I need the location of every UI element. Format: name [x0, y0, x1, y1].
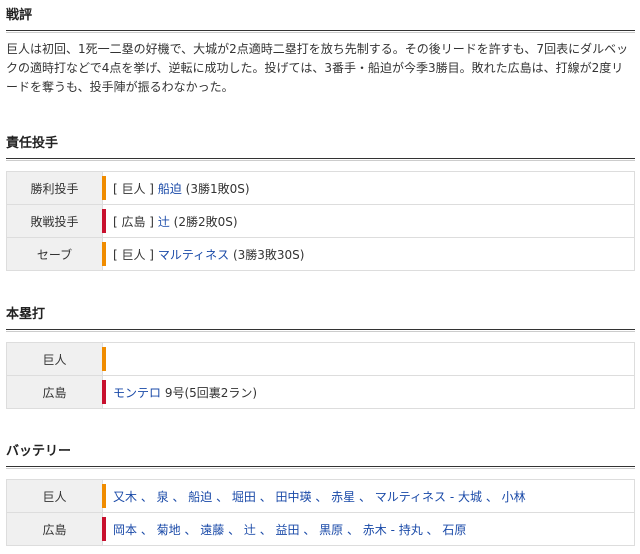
pitchers-title: 責任投手: [6, 132, 635, 161]
battery-players-link[interactable]: 岡本 、 菊地 、 遠藤 、 辻 、 益田 、 黒原 、 赤木 - 持丸 、 石…: [113, 523, 466, 537]
team-label-giants: 巨人: [6, 342, 103, 376]
table-row: 巨人: [6, 342, 635, 376]
team-label-carp: 広島: [6, 512, 103, 546]
table-row: 広島 モンテロ 9号(5回裏2ラン): [6, 375, 635, 409]
homerun-value-carp: モンテロ 9号(5回裏2ラン): [102, 375, 635, 409]
table-row: セーブ [ 巨人 ] マルティネス (3勝3敗30S): [6, 237, 635, 271]
homeruns-table: 巨人 広島 モンテロ 9号(5回裏2ラン): [6, 342, 635, 409]
review-title: 戦評: [6, 4, 635, 33]
win-pitcher-link[interactable]: 船迫: [158, 182, 182, 196]
team-label-giants: 巨人: [6, 479, 103, 513]
homerun-detail: 9号(5回裏2ラン): [164, 385, 258, 400]
battery-table: 巨人 又木 、 泉 、 船迫 、 堀田 、 田中瑛 、 赤星 、 マルティネス …: [6, 479, 635, 546]
win-value: [ 巨人 ] 船迫 (3勝1敗0S): [102, 171, 635, 205]
table-row: 敗戦投手 [ 広島 ] 辻 (2勝2敗0S): [6, 204, 635, 238]
game-summary: 戦評 巨人は初回、1死一二塁の好機で、大城が2点適時二塁打を放ち先制する。その後…: [0, 0, 640, 554]
win-label: 勝利投手: [6, 171, 103, 205]
homerun-batter-link[interactable]: モンテロ: [113, 386, 161, 400]
team-label-carp: 広島: [6, 375, 103, 409]
homerun-value-giants: [102, 342, 635, 376]
loss-value: [ 広島 ] 辻 (2勝2敗0S): [102, 204, 635, 238]
record: (2勝2敗0S): [173, 214, 238, 229]
record: (3勝1敗0S): [185, 181, 250, 196]
team-tag: [ 巨人 ]: [113, 247, 154, 262]
battery-value-carp: 岡本 、 菊地 、 遠藤 、 辻 、 益田 、 黒原 、 赤木 - 持丸 、 石…: [102, 512, 635, 546]
team-tag: [ 広島 ]: [113, 214, 154, 229]
loss-pitcher-link[interactable]: 辻: [158, 215, 170, 229]
team-tag: [ 巨人 ]: [113, 181, 154, 196]
record: (3勝3敗30S): [232, 247, 305, 262]
save-pitcher-link[interactable]: マルティネス: [158, 248, 229, 262]
table-row: 勝利投手 [ 巨人 ] 船迫 (3勝1敗0S): [6, 171, 635, 205]
review-text: 巨人は初回、1死一二塁の好機で、大城が2点適時二塁打を放ち先制する。その後リード…: [6, 42, 629, 94]
battery-players-link[interactable]: 又木 、 泉 、 船迫 、 堀田 、 田中瑛 、 赤星 、 マルティネス - 大…: [113, 490, 526, 504]
homeruns-title: 本塁打: [6, 303, 635, 332]
table-row: 巨人 又木 、 泉 、 船迫 、 堀田 、 田中瑛 、 赤星 、 マルティネス …: [6, 479, 635, 513]
battery-title: バッテリー: [6, 440, 635, 469]
pitchers-table: 勝利投手 [ 巨人 ] 船迫 (3勝1敗0S) 敗戦投手 [ 広島 ] 辻 (2…: [6, 171, 635, 271]
battery-value-giants: 又木 、 泉 、 船迫 、 堀田 、 田中瑛 、 赤星 、 マルティネス - 大…: [102, 479, 635, 513]
table-row: 広島 岡本 、 菊地 、 遠藤 、 辻 、 益田 、 黒原 、 赤木 - 持丸 …: [6, 512, 635, 546]
save-value: [ 巨人 ] マルティネス (3勝3敗30S): [102, 237, 635, 271]
loss-label: 敗戦投手: [6, 204, 103, 238]
save-label: セーブ: [6, 237, 103, 271]
